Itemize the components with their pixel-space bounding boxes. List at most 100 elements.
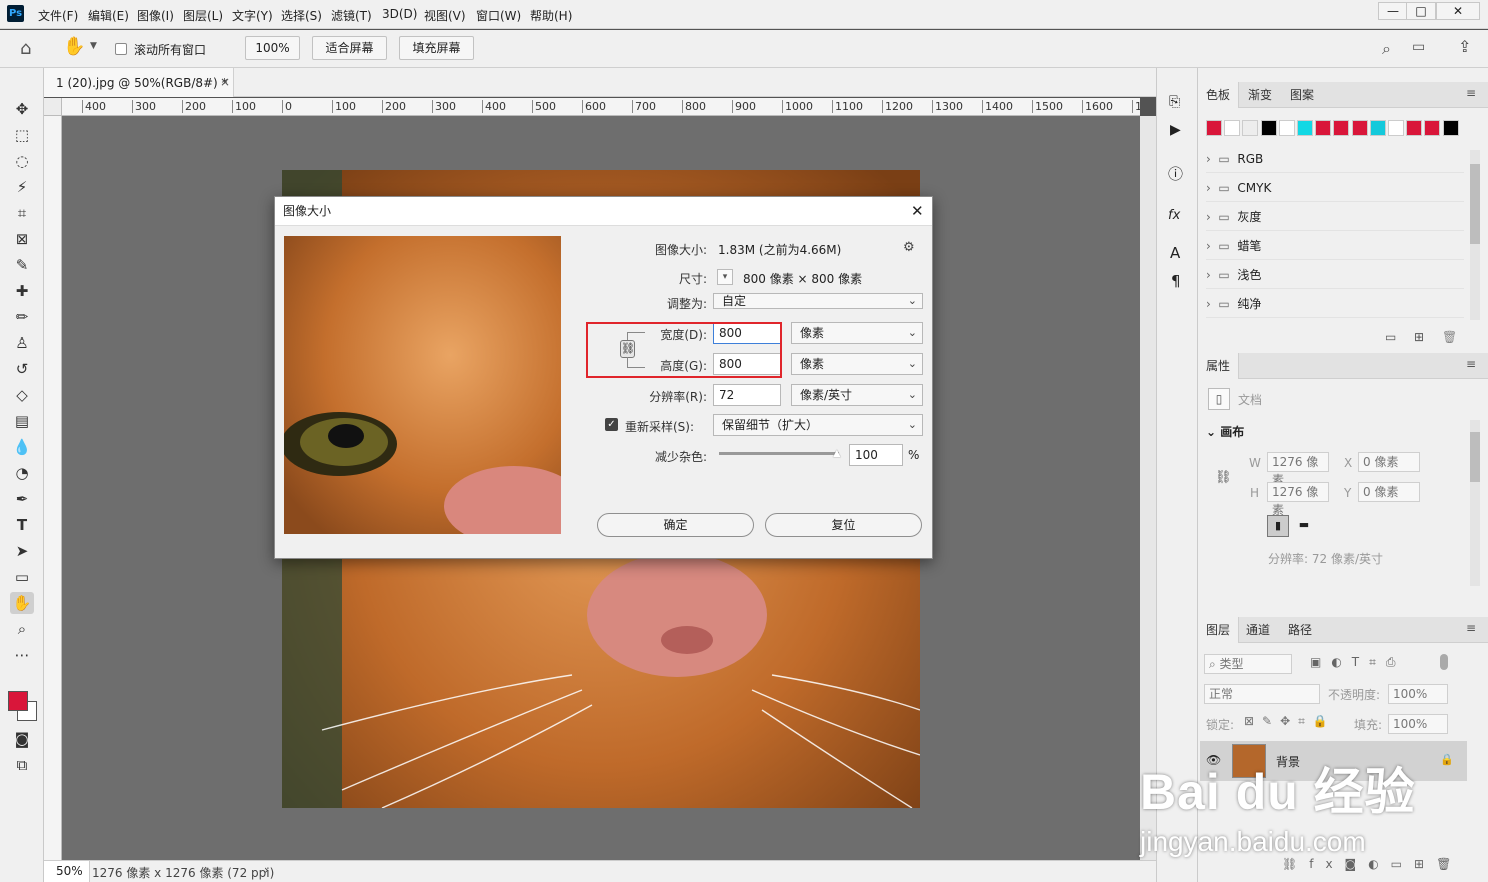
magic-wand-icon[interactable]: ⚡ — [10, 176, 34, 198]
screen-mode-icon[interactable]: ⧉ — [10, 754, 34, 776]
link-icon[interactable]: ⛓ — [1215, 470, 1232, 485]
hand-tool-icon[interactable]: ✋ — [10, 592, 34, 614]
play-action-icon[interactable]: ▶ — [1170, 122, 1181, 138]
swatch-group-pure[interactable]: › ▭ 纯净 — [1206, 291, 1464, 318]
swatch-group-light[interactable]: › ▭ 浅色 — [1206, 262, 1464, 289]
swatch-group-rgb[interactable]: › ▭ RGB — [1206, 146, 1464, 173]
menu-filter[interactable]: 滤镜(T) — [331, 7, 372, 24]
width-unit-select[interactable]: 像素 ⌄ — [791, 322, 923, 344]
crop-tool-icon[interactable]: ⌗ — [10, 202, 34, 224]
layer-filter-select[interactable]: ⌕ 类型 — [1204, 654, 1292, 674]
layer-actions-icons[interactable]: ⛓fx◙◐▭⊞🗑 — [1282, 857, 1463, 871]
blend-mode-select[interactable]: 正常 — [1204, 684, 1320, 704]
stamp-tool-icon[interactable]: ♙ — [10, 332, 34, 354]
history-icon[interactable]: ⎘ — [1169, 94, 1180, 110]
history-brush-icon[interactable]: ↺ — [10, 358, 34, 380]
ruler-origin[interactable] — [44, 98, 62, 116]
tab-swatches[interactable]: 色板 — [1198, 82, 1240, 108]
ok-button[interactable]: 确定 — [597, 513, 754, 537]
tab-channels[interactable]: 通道 — [1238, 617, 1278, 643]
canvas-section-toggle[interactable]: ⌄ 画布 — [1206, 423, 1244, 440]
gradient-tool-icon[interactable]: ▤ — [10, 410, 34, 432]
color-swatch[interactable] — [1424, 120, 1441, 136]
character-icon[interactable]: A — [1170, 244, 1180, 262]
reduce-noise-input[interactable]: 100 — [849, 444, 903, 466]
color-swatch[interactable] — [1388, 120, 1404, 136]
color-swatch[interactable] — [1315, 120, 1332, 136]
move-tool-icon[interactable]: ✥ — [10, 98, 34, 120]
filter-toggle[interactable] — [1440, 654, 1448, 670]
tab-gradients[interactable]: 渐变 — [1240, 82, 1280, 108]
dimensions-dropdown-icon[interactable]: ▾ — [717, 269, 733, 285]
menu-window[interactable]: 窗口(W) — [476, 7, 521, 24]
new-swatch-icon[interactable]: ⊞ — [1414, 330, 1424, 344]
close-window-button[interactable]: ✕ — [1436, 2, 1480, 20]
fx-icon[interactable]: fx — [1168, 208, 1180, 223]
lasso-tool-icon[interactable]: ◌ — [10, 150, 34, 172]
info-icon[interactable]: ⓘ — [1168, 163, 1183, 184]
canvas-width-input[interactable]: 1276 像素 — [1267, 452, 1329, 487]
layer-filter-icons[interactable]: ▣◐T⌗⎙ — [1310, 655, 1406, 670]
close-tab-icon[interactable]: × — [220, 75, 230, 89]
canvas-x-input[interactable]: 0 像素 — [1358, 452, 1420, 472]
color-swatch[interactable] — [1369, 120, 1386, 136]
dialog-close-icon[interactable]: ✕ — [911, 202, 924, 220]
marquee-tool-icon[interactable]: ⬚ — [10, 124, 34, 146]
canvas-y-input[interactable]: 0 像素 — [1358, 482, 1420, 502]
menu-3d[interactable]: 3D(D) — [382, 7, 417, 21]
preview-image[interactable] — [284, 236, 561, 534]
properties-scrollbar[interactable] — [1470, 420, 1480, 586]
menu-view[interactable]: 视图(V) — [424, 7, 466, 24]
swatches-scrollbar[interactable] — [1470, 150, 1480, 320]
zoom-field[interactable]: 50% — [44, 861, 90, 882]
chevron-down-icon[interactable]: ▼ — [90, 41, 97, 51]
color-swatch[interactable] — [1242, 120, 1259, 136]
tab-paths[interactable]: 路径 — [1280, 617, 1320, 643]
blur-tool-icon[interactable]: 💧 — [10, 436, 34, 458]
resolution-input[interactable]: 72 — [713, 384, 781, 406]
color-swatch[interactable] — [1442, 120, 1459, 136]
paragraph-icon[interactable]: ¶ — [1171, 272, 1181, 290]
search-icon[interactable]: ⌕ — [1382, 39, 1391, 59]
rectangle-tool-icon[interactable]: ▭ — [10, 566, 34, 588]
reduce-noise-slider[interactable] — [719, 452, 839, 455]
menu-file[interactable]: 文件(F) — [38, 7, 78, 24]
reset-button[interactable]: 复位 — [765, 513, 922, 537]
menu-type[interactable]: 文字(Y) — [232, 7, 273, 24]
color-swatch[interactable] — [1406, 120, 1423, 136]
panel-menu-icon[interactable]: ≡ — [1466, 357, 1476, 371]
pen-tool-icon[interactable]: ✒ — [10, 488, 34, 510]
swatch-group-pastel[interactable]: › ▭ 蜡笔 — [1206, 233, 1464, 260]
maximize-button[interactable]: □ — [1406, 2, 1436, 20]
canvas-scrollbar[interactable] — [1140, 116, 1156, 860]
color-swatch[interactable] — [1333, 120, 1350, 136]
menu-help[interactable]: 帮助(H) — [530, 7, 572, 24]
color-swatch[interactable] — [1278, 120, 1295, 136]
share-icon[interactable]: ⇪ — [1458, 37, 1471, 56]
color-swatch[interactable] — [1297, 120, 1313, 136]
zoom-100-button[interactable]: 100% — [245, 36, 300, 60]
gear-icon[interactable]: ⚙ — [903, 240, 915, 255]
brush-tool-icon[interactable]: ✏ — [10, 306, 34, 328]
zoom-tool-icon[interactable]: ⌕ — [10, 618, 34, 640]
lock-icons[interactable]: ⊠✎✥⌗🔒 — [1244, 714, 1336, 729]
opacity-input[interactable]: 100% — [1388, 684, 1448, 704]
foreground-color[interactable] — [8, 691, 28, 711]
menu-edit[interactable]: 编辑(E) — [88, 7, 129, 24]
eraser-icon[interactable]: ◇ — [10, 384, 34, 406]
horizontal-ruler[interactable]: 400 300 200 100 0 100 200 300 400 500 600 700 800 900… — [62, 98, 1140, 116]
frame-tool-icon[interactable]: ⊠ — [10, 228, 34, 250]
swatch-group-cmyk[interactable]: › ▭ CMYK — [1206, 175, 1464, 202]
document-tab[interactable]: 1 (20).jpg @ 50%(RGB/8#) * × — [44, 68, 234, 97]
more-tools-icon[interactable]: ⋯ — [10, 644, 34, 666]
menu-layer[interactable]: 图层(L) — [183, 7, 223, 24]
color-swatch[interactable] — [1260, 120, 1277, 136]
color-swatch[interactable] — [1206, 120, 1222, 136]
reduce-noise-thumb[interactable]: ▲ — [833, 448, 841, 459]
panel-menu-icon[interactable]: ≡ — [1466, 621, 1476, 635]
path-select-icon[interactable]: ➤ — [10, 540, 34, 562]
dodge-tool-icon[interactable]: ◔ — [10, 462, 34, 484]
swatch-group-gray[interactable]: › ▭ 灰度 — [1206, 204, 1464, 231]
home-icon[interactable]: ⌂ — [20, 38, 31, 59]
resample-checkbox[interactable]: ✓ — [605, 418, 618, 431]
